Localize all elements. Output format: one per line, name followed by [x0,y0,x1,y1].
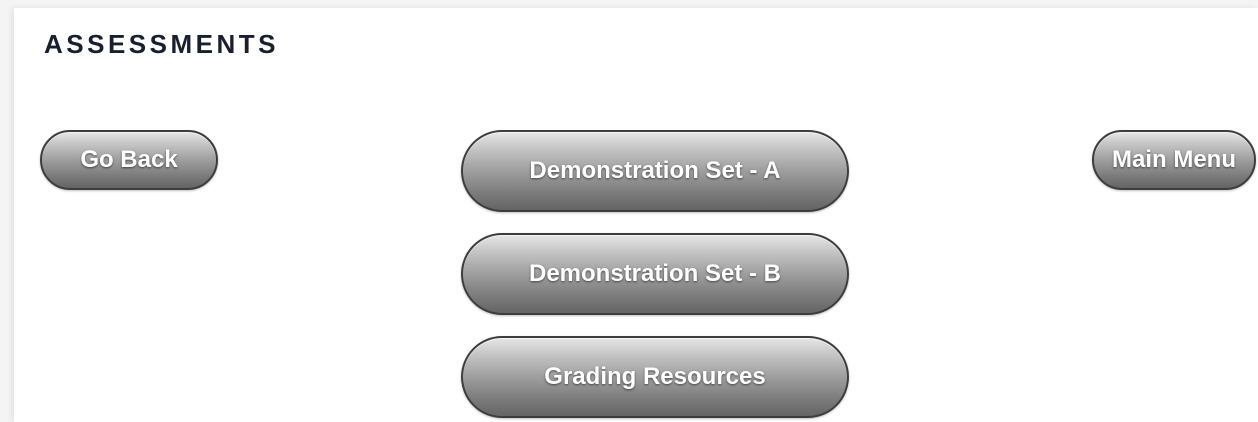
main-menu-button[interactable]: Main Menu [1092,130,1256,190]
demonstration-set-b-button[interactable]: Demonstration Set - B [461,233,849,315]
grading-resources-label: Grading Resources [544,363,766,390]
grading-resources-button[interactable]: Grading Resources [461,336,849,418]
go-back-button[interactable]: Go Back [40,130,218,190]
go-back-label: Go Back [80,146,178,173]
demonstration-set-b-label: Demonstration Set - B [528,260,782,287]
demonstration-set-a-button[interactable]: Demonstration Set - A [461,130,849,212]
demonstration-set-a-label: Demonstration Set - A [529,157,781,184]
page-title: ASSESSMENTS [44,29,279,59]
assessments-page: ASSESSMENTS Go Back Demonstration Set - … [14,8,1258,422]
main-menu-label: Main Menu [1112,146,1236,173]
